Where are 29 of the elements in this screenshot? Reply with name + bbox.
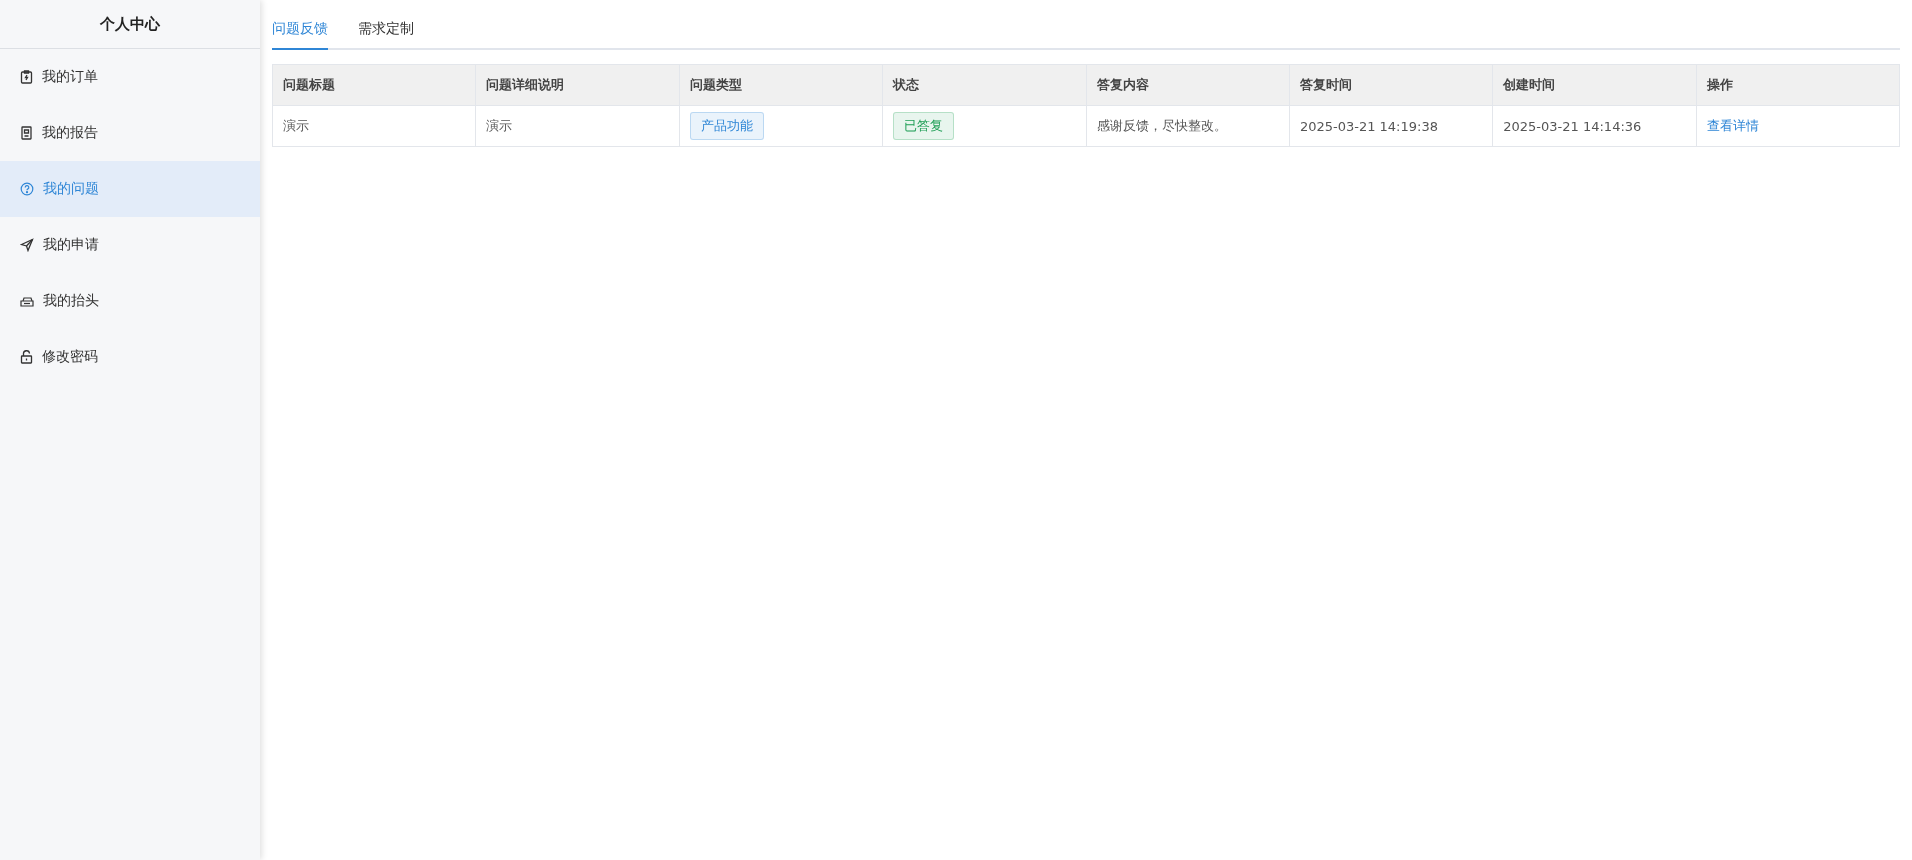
clipboard-icon [20, 70, 33, 84]
sidebar-item[interactable]: 我的订单 [0, 49, 260, 105]
sidebar-item[interactable]: 我的抬头 [0, 273, 260, 329]
column-header: 问题详细说明 [475, 64, 680, 106]
sidebar-item[interactable]: 修改密码 [0, 329, 260, 385]
send-icon [20, 238, 34, 252]
tag: 产品功能 [689, 112, 764, 140]
column-header: 状态 [882, 64, 1086, 106]
tab[interactable]: 问题反馈 [272, 14, 328, 50]
column-header: 答复内容 [1086, 64, 1290, 106]
sidebar-title: 个人中心 [0, 0, 260, 49]
table-cell: 感谢反馈，尽快整改。 [1086, 105, 1290, 147]
table-cell: 2025-03-21 14:19:38 [1289, 105, 1493, 147]
view-details-link[interactable]: 查看详情 [1706, 118, 1759, 133]
column-header: 问题标题 [272, 64, 476, 106]
table-cell: 演示 [272, 105, 476, 147]
table-cell: 演示 [475, 105, 680, 147]
tab[interactable]: 需求定制 [358, 14, 414, 50]
column-header: 答复时间 [1289, 64, 1493, 106]
column-header: 问题类型 [679, 64, 883, 106]
sidebar-item[interactable]: 我的报告 [0, 105, 260, 161]
column-header: 创建时间 [1492, 64, 1697, 106]
sidebar-item[interactable]: 我的申请 [0, 217, 260, 273]
document-icon [20, 126, 33, 140]
tag: 已答复 [893, 112, 955, 140]
unlock-icon [20, 350, 33, 364]
table-cell: 2025-03-21 14:14:36 [1492, 105, 1697, 147]
question-icon [20, 182, 34, 196]
column-header: 操作 [1696, 64, 1900, 106]
